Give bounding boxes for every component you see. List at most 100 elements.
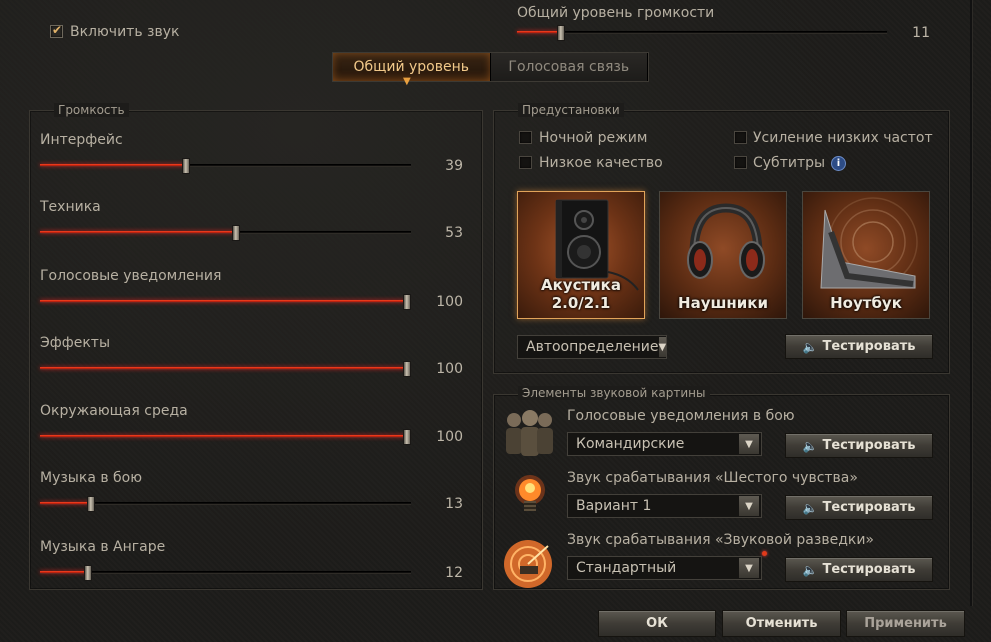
tab-voice-chat[interactable]: Голосовая связь <box>490 53 648 81</box>
master-volume-slider[interactable] <box>517 25 887 41</box>
bass-boost-checkbox[interactable] <box>734 131 747 144</box>
voice-notifications-label: Голосовые уведомления в бою <box>567 408 795 424</box>
volume-slider-label: Музыка в бою <box>40 470 143 486</box>
sound-recon-select[interactable]: Стандартный ▼ <box>567 556 762 580</box>
voice-notifications-value: Командирские <box>576 436 685 452</box>
volume-panel-legend: Громкость <box>54 103 129 117</box>
volume-slider[interactable] <box>40 225 411 241</box>
volume-slider-label: Техника <box>40 199 101 215</box>
slider-thumb[interactable] <box>403 429 411 445</box>
sound-recon-value: Стандартный <box>576 560 677 576</box>
slider-fill <box>40 435 407 437</box>
master-volume-value: 11 <box>912 25 930 41</box>
preset-card-label: Акустика 2.0/2.1 <box>541 276 621 312</box>
bass-boost-label[interactable]: Усиление низких частот <box>753 130 933 146</box>
info-icon[interactable]: i <box>831 156 846 171</box>
volume-slider-label: Окружающая среда <box>40 403 188 419</box>
volume-slider-value: 53 <box>445 225 463 241</box>
preset-card-label: Наушники <box>678 294 768 312</box>
tab-general-level[interactable]: Общий уровень <box>333 53 491 81</box>
volume-slider-label: Эффекты <box>40 335 110 351</box>
volume-slider[interactable] <box>40 294 411 310</box>
test-voice-notifications-button[interactable]: 🔈 Тестировать <box>785 433 933 458</box>
test-label: Тестировать <box>822 438 916 453</box>
volume-slider-value: 12 <box>445 565 463 581</box>
sixth-sense-label: Звук срабатывания «Шестого чувства» <box>567 470 858 486</box>
preset-card-headphones[interactable]: Наушники <box>659 191 787 319</box>
volume-slider[interactable] <box>40 158 411 174</box>
chevron-down-icon: ▼ <box>739 434 759 454</box>
volume-slider-value: 100 <box>436 294 463 310</box>
slider-track <box>40 571 411 574</box>
volume-slider[interactable] <box>40 496 411 512</box>
sixth-sense-value: Вариант 1 <box>576 498 652 514</box>
preset-card-laptop[interactable]: Ноутбук <box>802 191 930 319</box>
slider-track <box>40 502 411 505</box>
speaker-small-icon: 🔈 <box>802 438 818 453</box>
chevron-down-icon: ▼ <box>739 558 759 578</box>
slider-thumb[interactable] <box>87 496 95 512</box>
chevron-down-icon: ▼ <box>658 337 667 357</box>
presets-panel-legend: Предустановки <box>518 103 624 117</box>
low-quality-label[interactable]: Низкое качество <box>539 155 663 171</box>
night-mode-label[interactable]: Ночной режим <box>539 130 647 146</box>
slider-fill <box>40 231 236 233</box>
radar-icon <box>504 540 552 588</box>
tab-bar: Общий уровень Голосовая связь <box>332 52 649 82</box>
sound-elements-legend: Элементы звуковой картины <box>518 386 710 400</box>
ok-button[interactable]: ОК <box>598 610 716 637</box>
volume-slider[interactable] <box>40 565 411 581</box>
volume-slider[interactable] <box>40 361 411 377</box>
device-select-value: Автоопределение <box>526 339 659 355</box>
chevron-down-icon: ▼ <box>739 496 759 516</box>
enable-sound-checkbox[interactable] <box>50 23 63 38</box>
subtitles-checkbox[interactable] <box>734 156 747 169</box>
slider-thumb[interactable] <box>182 158 190 174</box>
test-preset-label: Тестировать <box>822 339 916 354</box>
subtitles-label[interactable]: Субтитры <box>753 155 825 171</box>
device-select[interactable]: Автоопределение ▼ <box>517 335 667 359</box>
volume-slider[interactable] <box>40 429 411 445</box>
test-preset-button[interactable]: 🔈 Тестировать <box>785 334 933 359</box>
volume-slider-label: Интерфейс <box>40 132 123 148</box>
slider-track <box>517 31 887 34</box>
volume-slider-value: 100 <box>436 361 463 377</box>
slider-fill <box>40 367 407 369</box>
speaker-small-icon: 🔈 <box>802 339 818 354</box>
preset-card-label: Ноутбук <box>830 294 902 312</box>
lightbulb-icon <box>515 475 545 511</box>
test-label: Тестировать <box>822 500 916 515</box>
speaker-small-icon: 🔈 <box>802 500 818 515</box>
low-quality-checkbox[interactable] <box>519 156 532 169</box>
sixth-sense-select[interactable]: Вариант 1 ▼ <box>567 494 762 518</box>
sound-recon-label: Звук срабатывания «Звуковой разведки» <box>567 532 874 548</box>
voice-notifications-select[interactable]: Командирские ▼ <box>567 432 762 456</box>
slider-fill <box>517 31 561 33</box>
volume-slider-value: 100 <box>436 429 463 445</box>
crew-icon <box>506 410 553 456</box>
speaker-small-icon: 🔈 <box>802 562 818 577</box>
slider-fill <box>40 300 407 302</box>
master-volume-label: Общий уровень громкости <box>517 5 715 21</box>
slider-thumb[interactable] <box>403 361 411 377</box>
preset-card-speakers[interactable]: Акустика 2.0/2.1 <box>517 191 645 319</box>
slider-fill <box>40 502 91 504</box>
apply-button[interactable]: Применить <box>846 610 965 637</box>
test-sound-recon-button[interactable]: 🔈 Тестировать <box>785 557 933 582</box>
slider-thumb[interactable] <box>232 225 240 241</box>
slider-fill <box>40 571 88 573</box>
slider-thumb[interactable] <box>557 25 565 41</box>
slider-thumb[interactable] <box>403 294 411 310</box>
volume-slider-label: Голосовые уведомления <box>40 268 222 284</box>
test-sixth-sense-button[interactable]: 🔈 Тестировать <box>785 495 933 520</box>
slider-fill <box>40 164 186 166</box>
test-label: Тестировать <box>822 562 916 577</box>
volume-slider-value: 39 <box>445 158 463 174</box>
slider-thumb[interactable] <box>84 565 92 581</box>
new-indicator-dot <box>762 551 767 556</box>
volume-slider-value: 13 <box>445 496 463 512</box>
night-mode-checkbox[interactable] <box>519 131 532 144</box>
laptop-icon <box>820 197 918 289</box>
enable-sound-label[interactable]: Включить звук <box>70 24 179 40</box>
cancel-button[interactable]: Отменить <box>722 610 841 637</box>
